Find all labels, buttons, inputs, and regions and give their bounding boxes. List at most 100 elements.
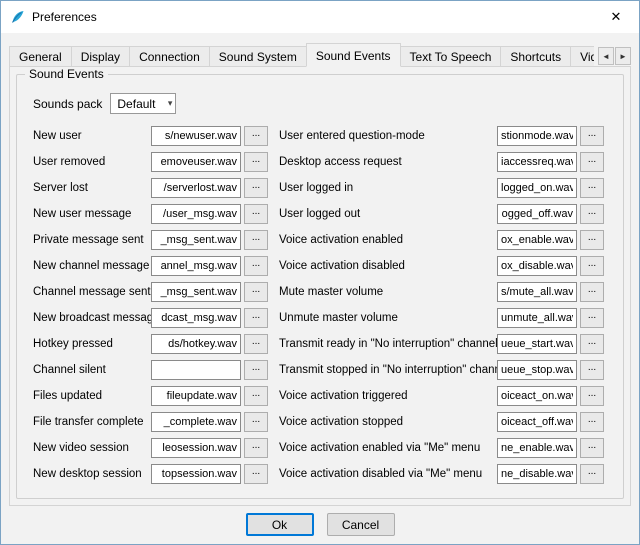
browse-button[interactable]: ... [244, 126, 268, 146]
event-label: Mute master volume [279, 286, 497, 298]
sound-file-input[interactable] [151, 412, 241, 432]
browse-button[interactable]: ... [580, 360, 604, 380]
event-label: User removed [33, 156, 151, 168]
sound-event-row: Desktop access request ... [279, 152, 615, 172]
tab-display[interactable]: Display [71, 46, 130, 67]
sound-file-input[interactable] [151, 126, 241, 146]
tab-text-to-speech[interactable]: Text To Speech [400, 46, 502, 67]
event-label: Transmit ready in "No interruption" chan… [279, 338, 497, 350]
sound-file-input[interactable] [151, 256, 241, 276]
close-button[interactable]: ✕ [593, 1, 639, 33]
event-label: Voice activation enabled via "Me" menu [279, 442, 497, 454]
browse-button[interactable]: ... [244, 412, 268, 432]
tab-sound-system[interactable]: Sound System [209, 46, 307, 67]
browse-button[interactable]: ... [580, 438, 604, 458]
event-label: File transfer complete [33, 416, 151, 428]
sound-file-input[interactable] [151, 282, 241, 302]
tab-scroll-right-button[interactable]: ► [615, 47, 631, 65]
sound-event-row: Voice activation disabled ... [279, 256, 615, 276]
sound-file-input[interactable] [497, 256, 577, 276]
browse-button[interactable]: ... [244, 386, 268, 406]
tab-shortcuts[interactable]: Shortcuts [500, 46, 571, 67]
sound-file-input[interactable] [497, 152, 577, 172]
sound-file-input[interactable] [151, 152, 241, 172]
sound-file-input[interactable] [497, 204, 577, 224]
tab-bar: General Display Connection Sound System … [9, 43, 631, 67]
sound-event-row: Voice activation disabled via "Me" menu … [279, 464, 615, 484]
browse-button[interactable]: ... [244, 230, 268, 250]
browse-button[interactable]: ... [244, 204, 268, 224]
browse-button[interactable]: ... [244, 308, 268, 328]
browse-button[interactable]: ... [580, 412, 604, 432]
sound-event-row: Server lost ... [33, 178, 279, 198]
sound-event-row: User logged in ... [279, 178, 615, 198]
browse-button[interactable]: ... [244, 360, 268, 380]
sound-event-row: Transmit ready in "No interruption" chan… [279, 334, 615, 354]
sound-file-input[interactable] [497, 360, 577, 380]
browse-button[interactable]: ... [580, 152, 604, 172]
sound-file-input[interactable] [497, 438, 577, 458]
browse-button[interactable]: ... [580, 464, 604, 484]
sound-file-input[interactable] [151, 386, 241, 406]
arrow-left-icon: ◄ [602, 52, 610, 61]
sound-event-row: Hotkey pressed ... [33, 334, 279, 354]
sounds-pack-combobox[interactable]: Default ▾ [110, 93, 176, 114]
sound-file-input[interactable] [497, 126, 577, 146]
browse-button[interactable]: ... [244, 152, 268, 172]
sound-file-input[interactable] [151, 230, 241, 250]
sound-file-input[interactable] [497, 230, 577, 250]
event-label: Transmit stopped in "No interruption" ch… [279, 364, 497, 376]
events-column-left: New user ... User removed ... Server los… [33, 126, 279, 490]
ok-button[interactable]: Ok [246, 513, 314, 536]
tab-scroll-left-button[interactable]: ◄ [598, 47, 614, 65]
sound-file-input[interactable] [151, 204, 241, 224]
sound-file-input[interactable] [151, 308, 241, 328]
browse-button[interactable]: ... [580, 308, 604, 328]
browse-button[interactable]: ... [580, 178, 604, 198]
app-icon [10, 9, 26, 25]
event-label: Voice activation enabled [279, 234, 497, 246]
sound-file-input[interactable] [497, 334, 577, 354]
browse-button[interactable]: ... [580, 230, 604, 250]
sound-file-input[interactable] [497, 386, 577, 406]
sound-file-input[interactable] [497, 412, 577, 432]
cancel-button[interactable]: Cancel [327, 513, 395, 536]
chevron-down-icon: ▾ [168, 98, 173, 109]
sound-event-row: New video session ... [33, 438, 279, 458]
browse-button[interactable]: ... [244, 282, 268, 302]
events-grid: New user ... User removed ... Server los… [25, 126, 615, 490]
browse-button[interactable]: ... [244, 438, 268, 458]
tab-sound-events[interactable]: Sound Events [306, 43, 401, 67]
browse-button[interactable]: ... [580, 204, 604, 224]
sound-file-input[interactable] [151, 178, 241, 198]
event-label: Channel silent [33, 364, 151, 376]
event-label: User entered question-mode [279, 130, 497, 142]
sound-event-row: Voice activation stopped ... [279, 412, 615, 432]
browse-button[interactable]: ... [580, 256, 604, 276]
sound-event-row: Voice activation triggered ... [279, 386, 615, 406]
browse-button[interactable]: ... [244, 334, 268, 354]
title-bar[interactable]: Preferences ✕ [1, 1, 639, 33]
browse-button[interactable]: ... [244, 178, 268, 198]
sound-file-input[interactable] [497, 178, 577, 198]
sound-event-row: New channel message ... [33, 256, 279, 276]
tab-general[interactable]: General [9, 46, 72, 67]
browse-button[interactable]: ... [244, 256, 268, 276]
browse-button[interactable]: ... [244, 464, 268, 484]
sound-file-input[interactable] [151, 360, 241, 380]
sound-file-input[interactable] [151, 334, 241, 354]
sound-file-input[interactable] [497, 464, 577, 484]
tab-video[interactable]: Video [570, 46, 594, 67]
browse-button[interactable]: ... [580, 126, 604, 146]
sound-file-input[interactable] [497, 282, 577, 302]
sound-file-input[interactable] [497, 308, 577, 328]
sound-file-input[interactable] [151, 464, 241, 484]
sound-file-input[interactable] [151, 438, 241, 458]
browse-button[interactable]: ... [580, 282, 604, 302]
browse-button[interactable]: ... [580, 386, 604, 406]
arrow-right-icon: ► [619, 52, 627, 61]
tab-connection[interactable]: Connection [129, 46, 210, 67]
sound-event-row: User entered question-mode ... [279, 126, 615, 146]
sound-event-row: New user message ... [33, 204, 279, 224]
browse-button[interactable]: ... [580, 334, 604, 354]
